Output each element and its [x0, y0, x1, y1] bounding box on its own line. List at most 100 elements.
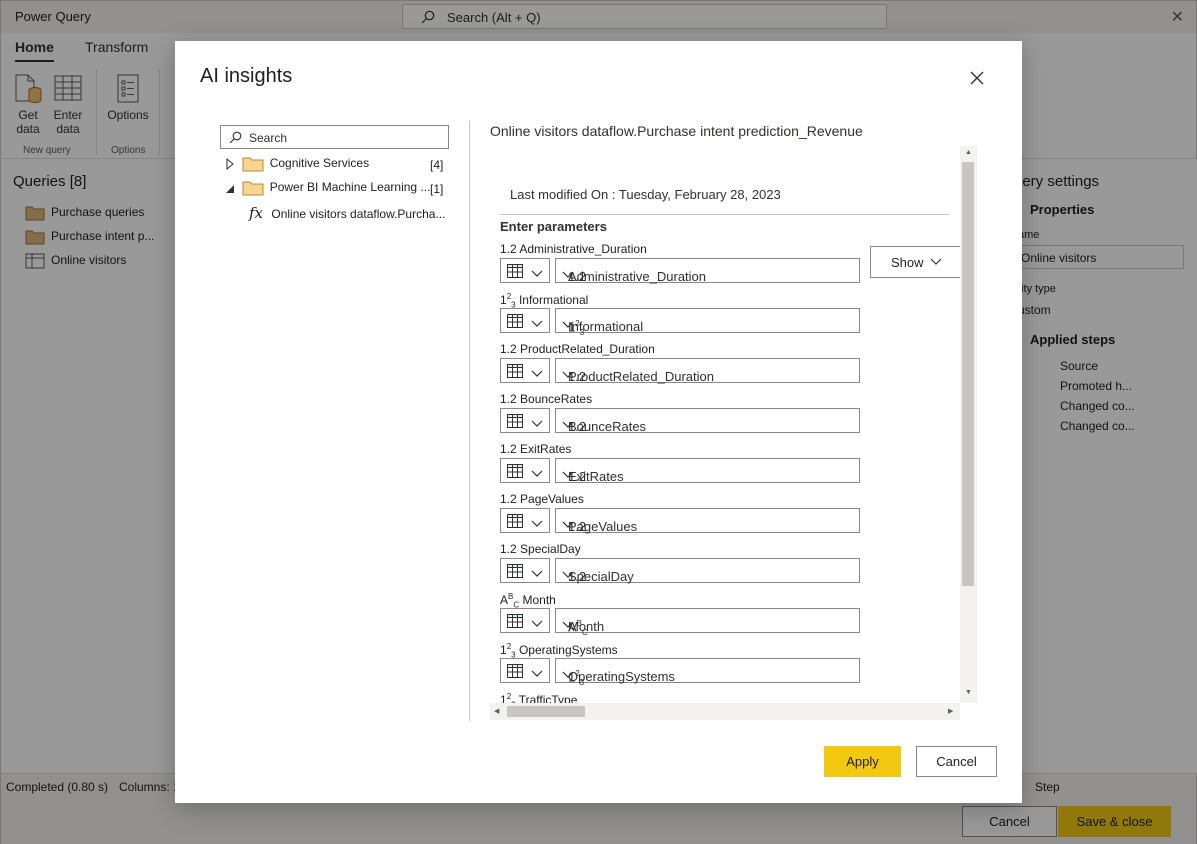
column-select[interactable]: 1.2 PageValues: [555, 508, 860, 534]
column-select[interactable]: 1.2 BounceRates: [555, 408, 860, 434]
chevron-right-icon: [226, 157, 234, 171]
chevron-down-icon: [531, 620, 543, 627]
tree-item-power-bi-ml[interactable]: Power BI Machine Learning ...: [225, 180, 430, 196]
chevron-down-icon: [562, 621, 574, 628]
column-source-dropdown[interactable]: [500, 508, 550, 533]
divider: [500, 214, 950, 215]
column-source-dropdown[interactable]: [500, 258, 550, 283]
chevron-down-icon: [562, 321, 574, 328]
parameter-row: 1.2 ExitRates 1.2 ExitRates: [500, 442, 870, 488]
chevron-down-filled-icon: [226, 185, 234, 193]
parameter-label: 1.2 ExitRates: [500, 442, 571, 456]
parameter-label: 1.2 Administrative_Duration: [500, 242, 647, 256]
function-search-input[interactable]: Search: [220, 125, 449, 149]
parameter-label: 1.2 ProductRelated_Duration: [500, 342, 655, 356]
column-source-dropdown[interactable]: [500, 458, 550, 483]
parameter-row: 1.2 SpecialDay 1.2 SpecialDay: [500, 542, 870, 588]
parameter-row: 1.2 ProductRelated_Duration 1.2 ProductRe…: [500, 342, 870, 388]
last-modified-text: Last modified On : Tuesday, February 28,…: [510, 187, 781, 202]
chevron-down-icon: [531, 370, 543, 377]
show-label: Show: [891, 255, 924, 270]
function-title: Online visitors dataflow.Purchase intent…: [490, 123, 863, 139]
parameter-row: 123 Informational 123 Informational: [500, 292, 870, 338]
horizontal-scrollbar[interactable]: ◀ ▶: [490, 703, 960, 720]
table-icon: [507, 314, 523, 328]
parameter-label: 1.2 PageValues: [500, 492, 584, 506]
tree-item-label: Cognitive Services: [269, 156, 370, 171]
column-select[interactable]: 123 Informational: [555, 308, 860, 337]
close-icon[interactable]: [968, 69, 986, 87]
table-icon: [507, 664, 523, 678]
dialog-title: AI insights: [200, 65, 293, 87]
scroll-right-icon[interactable]: ▶: [948, 707, 953, 715]
whole-number-type-icon: 123: [500, 292, 516, 310]
chevron-down-icon: [562, 571, 574, 578]
show-button[interactable]: Show: [870, 246, 965, 278]
tree-item-label: Online visitors dataflow.Purcha...: [271, 207, 446, 221]
decimal-type-icon: 1.2: [500, 392, 517, 406]
decimal-type-icon: 1.2: [500, 542, 517, 556]
table-icon: [507, 514, 523, 528]
whole-number-type-icon: 123: [500, 642, 516, 660]
parameter-label: ABC Month: [500, 592, 556, 609]
column-source-dropdown[interactable]: [500, 308, 550, 333]
pane-divider: [469, 121, 470, 721]
horizontal-scroll-thumb[interactable]: [507, 706, 585, 717]
chevron-down-icon: [562, 421, 574, 428]
table-icon: [507, 464, 523, 478]
parameter-name: BounceRates: [520, 392, 593, 406]
tree-item-count: [1]: [430, 182, 444, 196]
decimal-type-icon: 1.2: [500, 492, 517, 506]
parameter-name: Informational: [518, 293, 589, 307]
vertical-scroll-thumb[interactable]: [962, 162, 974, 586]
parameter-row: 1.2 BounceRates 1.2 BounceRates: [500, 392, 870, 438]
column-source-dropdown[interactable]: [500, 558, 550, 583]
column-select[interactable]: 1.2 ProductRelated_Duration: [555, 358, 860, 384]
column-select[interactable]: ABC Month: [555, 608, 860, 637]
folder-icon: [242, 157, 264, 172]
tree-item-cognitive-services[interactable]: Cognitive Services: [225, 156, 369, 172]
column-select[interactable]: 123 OperatingSystems: [555, 658, 860, 687]
scroll-left-icon[interactable]: ◀: [494, 707, 499, 715]
decimal-type-icon: 1.2: [500, 242, 517, 256]
parameter-label: 1.2 SpecialDay: [500, 542, 581, 556]
column-select[interactable]: 1.2 Administrative_Duration: [555, 258, 860, 284]
chevron-down-icon: [531, 270, 543, 277]
parameter-name: PageValues: [520, 492, 584, 506]
parameter-row: 1.2 Administrative_Duration 1.2 Administr…: [500, 242, 870, 288]
decimal-type-icon: 1.2: [500, 442, 517, 456]
chevron-down-icon: [531, 420, 543, 427]
column-select[interactable]: 1.2 SpecialDay: [555, 558, 860, 584]
function-icon: fx: [249, 204, 264, 222]
column-source-dropdown[interactable]: [500, 408, 550, 433]
cancel-button[interactable]: Cancel: [916, 746, 997, 777]
parameter-name: ProductRelated_Duration: [520, 342, 655, 356]
parameters-panel: Last modified On : Tuesday, February 28,…: [490, 146, 977, 720]
search-icon: [229, 131, 242, 144]
parameter-name: Month: [522, 593, 556, 607]
parameter-name: SpecialDay: [520, 542, 581, 556]
column-source-dropdown[interactable]: [500, 658, 550, 683]
chevron-down-icon: [562, 521, 574, 528]
table-icon: [507, 364, 523, 378]
ai-insights-dialog: AI insights Search Cognitive Services [4…: [175, 41, 1022, 803]
parameter-name: Administrative_Duration: [519, 242, 647, 256]
column-source-dropdown[interactable]: [500, 608, 550, 633]
table-icon: [507, 564, 523, 578]
parameter-row: ABC Month ABC Month: [500, 592, 870, 638]
chevron-down-icon: [531, 520, 543, 527]
table-icon: [507, 264, 523, 278]
scroll-up-icon[interactable]: ▲: [965, 149, 972, 156]
column-source-dropdown[interactable]: [500, 358, 550, 383]
folder-icon: [242, 181, 264, 196]
column-select[interactable]: 1.2 ExitRates: [555, 458, 860, 484]
parameter-label: 1.2 BounceRates: [500, 392, 592, 406]
chevron-down-icon: [562, 371, 574, 378]
vertical-scrollbar[interactable]: ▲ ▼: [960, 146, 977, 703]
parameter-name: OperatingSystems: [518, 643, 618, 657]
apply-button[interactable]: Apply: [824, 746, 901, 777]
tree-item-online-visitors-function[interactable]: fx Online visitors dataflow.Purcha...: [249, 204, 445, 222]
chevron-down-icon: [531, 570, 543, 577]
scroll-down-icon[interactable]: ▼: [965, 689, 972, 696]
parameter-row: 123 OperatingSystems 123 OperatingSystems: [500, 642, 870, 688]
